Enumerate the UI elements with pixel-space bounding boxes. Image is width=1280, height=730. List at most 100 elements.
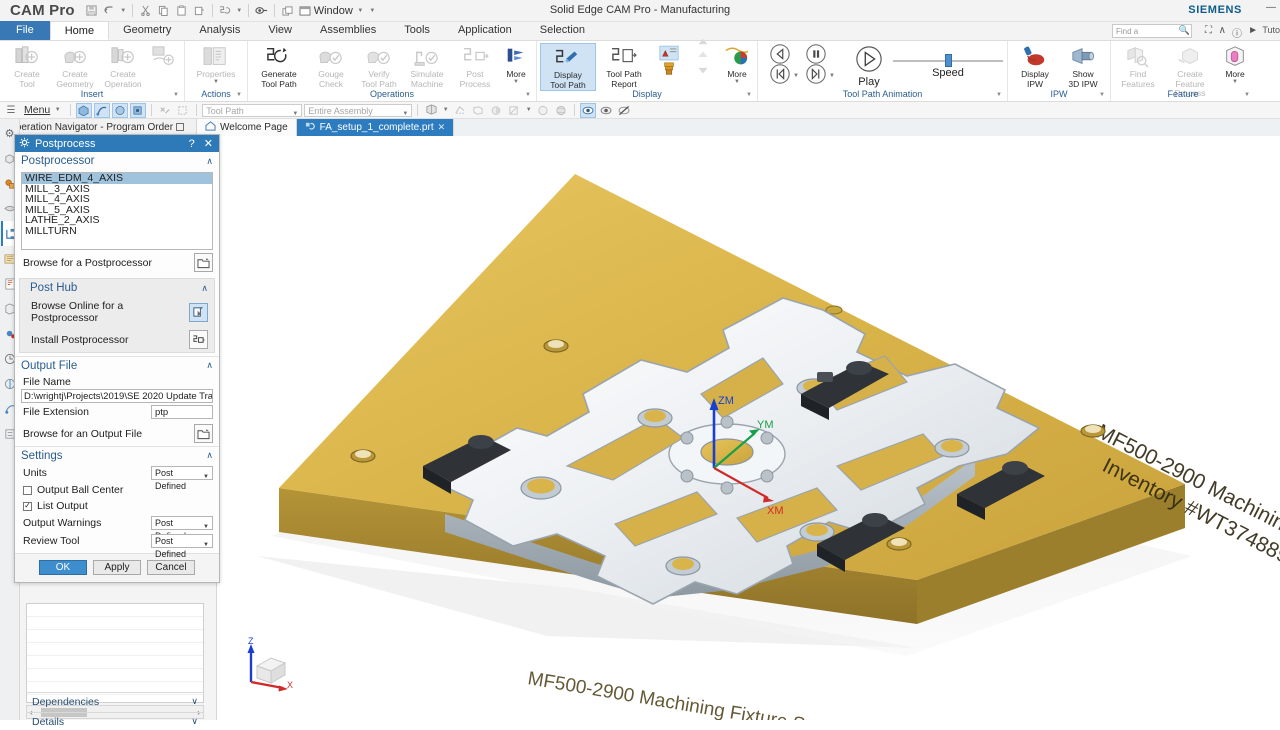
rewind-caret[interactable]: ▼ [793, 73, 799, 79]
visibility-icon[interactable] [253, 2, 270, 19]
chevron-down-icon[interactable]: ▼ [203, 471, 209, 484]
hide-icon[interactable] [598, 103, 614, 118]
hidden-edge-icon[interactable] [452, 103, 468, 118]
post-dropdown-caret[interactable]: ▼ [235, 8, 244, 14]
apply-button[interactable]: Apply [93, 560, 141, 575]
render-style-icon[interactable] [423, 103, 439, 118]
cut-icon[interactable] [137, 2, 154, 19]
fullscreen-icon[interactable]: ⛶ [1205, 25, 1212, 36]
operations-dialog-launcher[interactable]: ▼ [525, 90, 531, 101]
list-output-checkbox[interactable]: ✓ [23, 501, 32, 511]
perspective-icon[interactable] [553, 103, 569, 118]
units-dropdown[interactable]: Post Defined ▼ [151, 466, 213, 491]
close-icon[interactable]: ✕ [438, 122, 446, 133]
navigator-list[interactable] [26, 603, 204, 703]
properties-caret[interactable]: ▼ [213, 79, 219, 85]
search-icon[interactable]: 🔍 [1179, 25, 1190, 36]
tab-home[interactable]: Home [49, 21, 110, 40]
details-section[interactable]: Details ∨ [26, 712, 204, 730]
display-more-caret[interactable]: ▼ [734, 79, 740, 85]
gouge-check-button[interactable]: Gouge Check [307, 43, 355, 89]
tutorials-label[interactable]: Tuto [1262, 25, 1280, 35]
select-all-icon[interactable] [175, 103, 191, 118]
speed-slider-handle[interactable] [945, 54, 952, 67]
display-more-button[interactable]: More ▼ [720, 43, 754, 85]
list-item[interactable] [27, 630, 203, 643]
generate-tool-path-button[interactable]: Generate Tool Path [251, 43, 307, 89]
tool-path-filter-combo[interactable]: Tool Path ▼ [202, 103, 303, 117]
list-item[interactable] [27, 656, 203, 669]
file-extension-input[interactable]: ptp [151, 405, 213, 419]
move-up-down-button[interactable] [686, 38, 720, 74]
chevron-down-icon[interactable]: ▼ [203, 539, 209, 552]
graphics-view[interactable]: MF500-2900 Machining Fixture Setup 1 Inv… [217, 136, 1280, 720]
show-3d-ipw-button[interactable]: Show 3D IPW ▼ [1059, 43, 1107, 89]
chevron-up-icon[interactable]: ∧ [201, 283, 208, 294]
undo-icon[interactable] [101, 2, 118, 19]
select-body-icon[interactable] [112, 102, 129, 118]
post-process-icon[interactable] [217, 2, 234, 19]
copy-icon[interactable] [155, 2, 172, 19]
display-ipw-button[interactable]: Display IPW [1011, 43, 1059, 89]
animation-dialog-launcher[interactable]: ▼ [996, 90, 1002, 101]
tab-tools[interactable]: Tools [390, 21, 444, 40]
create-tool-button[interactable]: Create Tool [3, 43, 51, 89]
ipw-dialog-launcher[interactable]: ▼ [1099, 90, 1105, 101]
open-folder-icon[interactable] [194, 253, 213, 272]
list-output-row[interactable]: ✓ List Output [15, 498, 219, 514]
operations-more-caret[interactable]: ▼ [513, 79, 519, 85]
display-tool-path-button[interactable]: Display Tool Path [540, 43, 596, 91]
tool-path-report-button[interactable]: Tool Path Report [596, 43, 652, 89]
section-icon[interactable] [506, 103, 522, 118]
cancel-button[interactable]: Cancel [147, 560, 195, 575]
paste-special-icon[interactable] [191, 2, 208, 19]
list-item[interactable] [27, 604, 203, 617]
tab-assemblies[interactable]: Assemblies [306, 21, 390, 40]
minimize-button[interactable]: — [1266, 2, 1276, 13]
postprocessor-item-mill-4-axis[interactable]: MILL_4_AXIS [22, 194, 212, 205]
select-feature-icon[interactable] [130, 102, 147, 118]
shaded-icon[interactable] [488, 103, 504, 118]
install-icon[interactable] [189, 330, 208, 349]
scope-filter-combo[interactable]: Entire Assembly ▼ [304, 103, 413, 117]
open-folder-icon[interactable] [194, 424, 213, 443]
close-icon[interactable]: ✕ [202, 137, 215, 150]
review-tool-dropdown[interactable]: Post Defined ▼ [151, 534, 213, 559]
step-forward-caret[interactable]: ▼ [829, 73, 835, 79]
list-item[interactable] [27, 643, 203, 656]
output-file-section-header[interactable]: Output File ∧ [15, 356, 219, 374]
post-process-button[interactable]: Post Process [451, 43, 499, 89]
help-icon[interactable]: ⓘ [1232, 25, 1242, 40]
output-warnings-dropdown[interactable]: Post Defined ▼ [151, 516, 213, 541]
chevron-up-icon[interactable]: ∧ [206, 450, 213, 461]
chevron-up-icon[interactable]: ∧ [206, 156, 213, 167]
verify-tool-path-button[interactable]: Verify Tool Path [355, 43, 403, 89]
create-program-group-button[interactable] [147, 43, 181, 70]
tab-file[interactable]: File [0, 21, 50, 40]
no-display-icon[interactable] [616, 103, 632, 118]
find-features-button[interactable]: Find Features [1114, 43, 1162, 89]
feature-more-caret[interactable]: ▼ [1232, 79, 1238, 85]
dialog-help-button[interactable]: ? [187, 138, 197, 150]
postprocessor-item-wire-edm-4-axis[interactable]: WIRE_EDM_4_AXIS [22, 173, 212, 184]
postprocessor-item-lathe-2-axis[interactable]: LATHE_2_AXIS [22, 215, 212, 226]
dialog-title-bar[interactable]: Postprocess ? ✕ [15, 135, 219, 152]
save-icon[interactable] [83, 2, 100, 19]
actions-dialog-launcher[interactable]: ▼ [236, 90, 242, 101]
qat-overflow-caret[interactable]: ▼ [368, 8, 377, 14]
select-face-icon[interactable] [76, 102, 93, 118]
post-hub-section-header[interactable]: Post Hub ∧ [20, 279, 214, 297]
menu-button[interactable]: Menu ▼ [21, 104, 65, 116]
output-ball-center-checkbox[interactable] [23, 485, 32, 495]
tab-geometry[interactable]: Geometry [109, 21, 185, 40]
list-item[interactable] [27, 617, 203, 630]
postprocessor-item-millturn[interactable]: MILLTURN [22, 225, 212, 237]
ok-button[interactable]: OK [39, 560, 87, 575]
list-item[interactable] [27, 669, 203, 682]
chevron-up-icon[interactable]: ∧ [206, 360, 213, 371]
deselect-icon[interactable] [157, 103, 173, 118]
operations-more-button[interactable]: More ▼ [499, 43, 533, 85]
tab-fa-setup-1-complete[interactable]: FA_setup_1_complete.prt ✕ [296, 119, 455, 136]
view-orientation-triad[interactable]: Z X [235, 636, 295, 696]
tab-application[interactable]: Application [444, 21, 526, 40]
